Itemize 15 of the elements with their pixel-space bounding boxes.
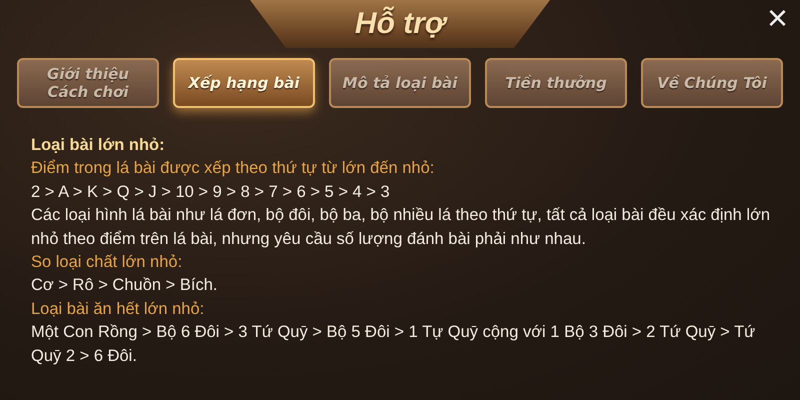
section-subheading: So loại chất lớn nhỏ: [31, 252, 184, 274]
tab[interactable]: Về Chúng Tôi [641, 58, 783, 108]
tab[interactable]: Tiền thưởng [485, 58, 627, 108]
section-subheading: Loại bài ăn hết lớn nhỏ: [31, 298, 206, 320]
body-text: Cơ > Rô > Chuồn > Bích. [31, 275, 218, 296]
section-subheading: Điểm trong lá bài được xếp theo thứ tự từ lớn đến nhỏ: [31, 158, 436, 180]
section-heading: Loại bài lớn nhỏ: [31, 135, 166, 156]
body-text: 2 > A > K > Q > J > 10 > 9 > 8 > 7 > 6 > 5 > 4 > 3 [31, 182, 391, 203]
close-button[interactable]: × [762, 0, 792, 36]
window-title: Hỗ trợ [250, 0, 550, 48]
tab[interactable]: Giới thiệu Cách chơi [17, 58, 159, 108]
tab[interactable]: Mô tả loại bài [329, 58, 471, 108]
body-text: Các loại hình lá bài như lá đơn, bộ đôi, bộ ba, bộ nhiều lá theo thứ tự, tất cả loại bài đều xác định lớn nhỏ theo điểm trên lá bài, nhưng yêu cầu số lượng đánh bài phải như nhau. [31, 205, 772, 250]
body-text: Một Con Rồng > Bộ 6 Đôi > 3 Tứ Quȳ > Bộ 5 Đôi > 1 Tự Quȳ cộng với 1 Bộ 3 Đôi > 2 Tứ Quȳ > Tứ Quȳ 2 > 6 Đôi. [31, 322, 756, 367]
tab[interactable]: Xếp hạng bài [173, 58, 315, 108]
